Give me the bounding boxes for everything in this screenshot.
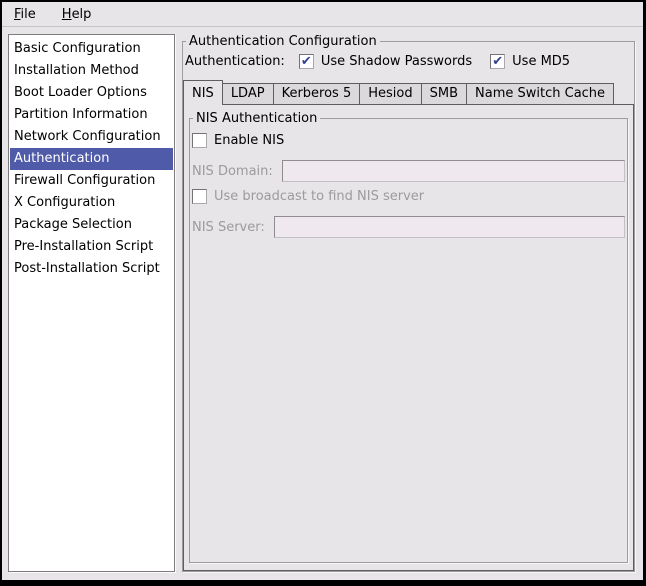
checkbox-box: ✔ xyxy=(192,133,207,148)
auth-config-frame: Authentication Configuration Authenticat… xyxy=(182,34,635,572)
auth-options-row: Authentication: ✔ Use Shadow Passwords ✔… xyxy=(183,49,634,78)
checkbox-box: ✔ xyxy=(299,54,314,69)
app-window: File Help Basic Configuration Installati… xyxy=(0,0,646,586)
use-md5-label: Use MD5 xyxy=(512,54,570,69)
tab-kerberos-5[interactable]: Kerberos 5 xyxy=(273,83,361,104)
checkmark-icon: ✔ xyxy=(301,55,312,68)
tab-name-switch-cache[interactable]: Name Switch Cache xyxy=(466,83,614,104)
use-broadcast-label: Use broadcast to find NIS server xyxy=(214,189,424,204)
tab-hesiod[interactable]: Hesiod xyxy=(359,83,421,104)
checkmark-icon: ✔ xyxy=(492,55,503,68)
enable-nis-label: Enable NIS xyxy=(214,133,284,148)
sidebar-item-authentication[interactable]: Authentication xyxy=(10,148,173,170)
authentication-label: Authentication: xyxy=(185,54,285,69)
use-shadow-passwords-label: Use Shadow Passwords xyxy=(321,54,472,69)
nis-domain-input[interactable] xyxy=(282,160,625,182)
sidebar-item-package-selection[interactable]: Package Selection xyxy=(10,214,173,236)
sidebar-item-pre-installation-script[interactable]: Pre-Installation Script xyxy=(10,236,173,258)
nis-server-label: NIS Server: xyxy=(192,220,265,235)
checkbox-box: ✔ xyxy=(490,54,505,69)
tab-ldap[interactable]: LDAP xyxy=(222,83,274,104)
sidebar-item-x-configuration[interactable]: X Configuration xyxy=(10,192,173,214)
menu-help[interactable]: Help xyxy=(56,5,98,24)
nis-auth-frame-title: NIS Authentication xyxy=(193,111,320,126)
auth-config-frame-title: Authentication Configuration xyxy=(186,34,380,49)
sidebar-item-boot-loader-options[interactable]: Boot Loader Options xyxy=(10,82,173,104)
category-list: Basic Configuration Installation Method … xyxy=(8,34,175,572)
sidebar-item-firewall-configuration[interactable]: Firewall Configuration xyxy=(10,170,173,192)
nis-domain-label: NIS Domain: xyxy=(192,164,273,179)
use-shadow-passwords-checkbox[interactable]: ✔ Use Shadow Passwords xyxy=(299,54,472,69)
broadcast-row: ✔ Use broadcast to find NIS server xyxy=(192,189,625,204)
sidebar-item-partition-information[interactable]: Partition Information xyxy=(10,104,173,126)
use-broadcast-checkbox[interactable]: ✔ Use broadcast to find NIS server xyxy=(192,189,424,204)
tab-nis[interactable]: NIS xyxy=(183,80,223,105)
checkbox-box: ✔ xyxy=(192,189,207,204)
sidebar-item-installation-method[interactable]: Installation Method xyxy=(10,60,173,82)
menubar: File Help xyxy=(2,2,643,27)
menu-file[interactable]: File xyxy=(8,5,42,24)
nis-tab-panel: NIS Authentication ✔ Enable NIS NIS Doma… xyxy=(183,104,634,571)
sidebar-item-network-configuration[interactable]: Network Configuration xyxy=(10,126,173,148)
nis-domain-row: NIS Domain: xyxy=(192,160,625,182)
main-content: Basic Configuration Installation Method … xyxy=(2,27,643,580)
use-md5-checkbox[interactable]: ✔ Use MD5 xyxy=(490,54,570,69)
nis-server-input[interactable] xyxy=(274,216,625,238)
enable-nis-checkbox[interactable]: ✔ Enable NIS xyxy=(192,133,284,148)
enable-nis-row: ✔ Enable NIS xyxy=(192,133,625,148)
nis-auth-frame: NIS Authentication ✔ Enable NIS NIS Doma… xyxy=(189,111,628,563)
auth-notebook: NIS LDAP Kerberos 5 Hesiod SMB Name Swit… xyxy=(183,78,634,571)
auth-tab-bar: NIS LDAP Kerberos 5 Hesiod SMB Name Swit… xyxy=(183,78,634,104)
sidebar-item-post-installation-script[interactable]: Post-Installation Script xyxy=(10,258,173,280)
sidebar-item-basic-configuration[interactable]: Basic Configuration xyxy=(10,38,173,60)
nis-server-row: NIS Server: xyxy=(192,216,625,238)
tab-smb[interactable]: SMB xyxy=(421,83,467,104)
